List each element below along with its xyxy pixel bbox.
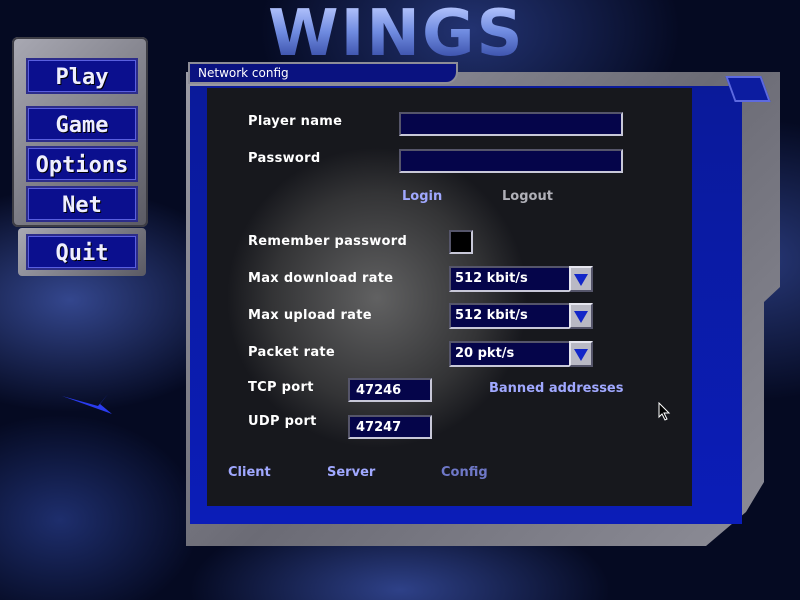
logout-link[interactable]: Logout [502,189,553,204]
net-button[interactable]: Net [26,186,138,222]
packet-rate-value: 20 pkt/s [455,346,515,361]
max-download-value: 512 kbit/s [455,271,528,286]
quit-button[interactable]: Quit [26,234,138,270]
tab-client[interactable]: Client [228,465,271,480]
max-upload-label: Max upload rate [248,308,372,323]
tab-config[interactable]: Config [441,465,488,480]
packet-rate-select[interactable]: 20 pkt/s [449,341,593,367]
player-name-input[interactable] [399,112,623,136]
password-label: Password [248,151,321,166]
game-logo: WINGS [268,0,525,71]
udp-port-input[interactable] [348,415,432,439]
login-link[interactable]: Login [402,189,442,204]
dropdown-arrow-icon[interactable] [569,341,593,367]
ship-decoration-icon [62,394,112,414]
play-button[interactable]: Play [26,58,138,94]
password-input[interactable] [399,149,623,173]
dropdown-arrow-icon[interactable] [569,266,593,292]
max-upload-select[interactable]: 512 kbit/s [449,303,593,329]
options-button[interactable]: Options [26,146,138,182]
remember-password-label: Remember password [248,234,408,249]
player-name-label: Player name [248,114,343,129]
remember-password-checkbox[interactable] [449,230,473,254]
tcp-port-input[interactable] [348,378,432,402]
banned-addresses-link[interactable]: Banned addresses [489,381,623,396]
max-upload-value: 512 kbit/s [455,308,528,323]
packet-rate-label: Packet rate [248,345,336,360]
mouse-pointer-icon [658,402,671,421]
max-download-label: Max download rate [248,271,394,286]
dropdown-arrow-icon[interactable] [569,303,593,329]
max-download-select[interactable]: 512 kbit/s [449,266,593,292]
tab-server[interactable]: Server [327,465,375,480]
udp-port-label: UDP port [248,414,317,429]
panel-title: Network config [188,62,458,84]
tcp-port-label: TCP port [248,380,314,395]
game-button[interactable]: Game [26,106,138,142]
